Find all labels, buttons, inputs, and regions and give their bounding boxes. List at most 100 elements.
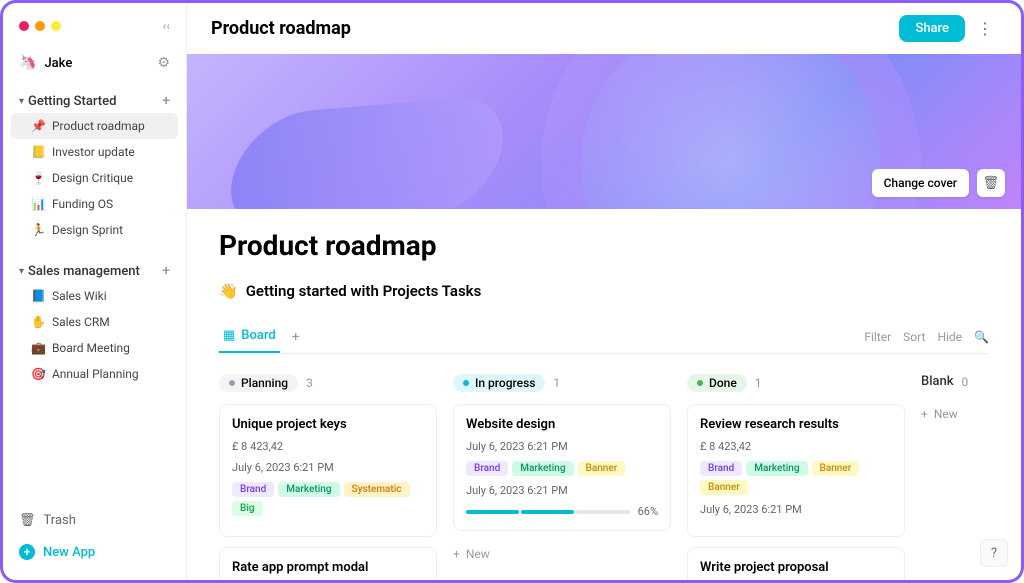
add-card-button[interactable]: + New xyxy=(921,401,989,427)
card-review-research[interactable]: Review research results £ 8 423,42 Brand… xyxy=(687,404,905,537)
filter-button[interactable]: Filter xyxy=(864,330,891,344)
board-icon: ▦ xyxy=(223,328,235,343)
column-in-progress: In progress 1 Website design July 6, 202… xyxy=(453,370,671,580)
nav-item-annual-planning[interactable]: 🎯 Annual Planning xyxy=(11,361,178,387)
plus-circle-icon: + xyxy=(19,544,35,560)
trash-label: Trash xyxy=(44,513,76,528)
add-page-icon[interactable]: + xyxy=(162,263,170,279)
tag[interactable]: Marketing xyxy=(746,461,807,476)
main-content: Product roadmap Share ⋮ Change cover 🗑 P… xyxy=(187,3,1021,580)
status-pill-planning[interactable]: Planning xyxy=(219,374,298,392)
help-button[interactable]: ? xyxy=(980,539,1008,567)
plus-icon: + xyxy=(921,407,928,421)
nav-item-label: Annual Planning xyxy=(52,367,139,381)
column-count: 0 xyxy=(962,375,969,389)
tag[interactable]: Brand xyxy=(232,482,274,497)
nav-item-label: Board Meeting xyxy=(52,341,130,355)
card-rate-app-prompt[interactable]: Rate app prompt modal July 6, 2023 6:21 … xyxy=(219,547,437,580)
card-tags: Brand Marketing Systematic Big xyxy=(232,482,424,516)
progress-bar: 66% xyxy=(466,505,658,518)
user-name: Jake xyxy=(44,56,149,71)
cover-image: Change cover 🗑 xyxy=(187,54,1021,209)
card-write-proposal[interactable]: Write project proposal £ 8 423,42 xyxy=(687,547,905,580)
more-icon[interactable]: ⋮ xyxy=(973,15,997,42)
book-icon: 📘 xyxy=(31,289,46,303)
add-card-button[interactable]: + New xyxy=(453,541,671,567)
nav-section-sales: ▾ Sales management + 📘 Sales Wiki ✋ Sale… xyxy=(11,259,178,387)
gear-icon[interactable]: ⚙ xyxy=(157,55,170,71)
new-app-button[interactable]: + New App xyxy=(11,536,178,568)
column-count: 3 xyxy=(306,376,313,390)
nav-section-header[interactable]: ▾ Getting Started + xyxy=(11,89,178,113)
add-page-icon[interactable]: + xyxy=(162,93,170,109)
column-count: 1 xyxy=(755,376,762,390)
status-pill-progress[interactable]: In progress xyxy=(453,374,545,392)
nav-item-label: Design Sprint xyxy=(52,223,123,237)
tag[interactable]: Banner xyxy=(578,461,626,476)
collapse-sidebar-icon[interactable]: ‹‹ xyxy=(163,19,170,33)
delete-cover-button[interactable]: 🗑 xyxy=(977,169,1005,197)
topbar: Product roadmap Share ⋮ xyxy=(187,3,1021,54)
notebook-icon: 📒 xyxy=(31,145,46,159)
column-done: Done 1 Review research results £ 8 423,4… xyxy=(687,370,905,580)
nav-item-sales-crm[interactable]: ✋ Sales CRM xyxy=(11,309,178,335)
tag[interactable]: Big xyxy=(232,501,263,516)
user-avatar-icon: 🦄 xyxy=(19,55,36,71)
user-profile[interactable]: 🦄 Jake ⚙ xyxy=(11,49,178,77)
sort-button[interactable]: Sort xyxy=(903,330,925,344)
nav-item-label: Sales CRM xyxy=(52,315,110,329)
nav-item-design-sprint[interactable]: 🏃 Design Sprint xyxy=(11,217,178,243)
column-blank: Blank 0 + New xyxy=(921,370,989,580)
tag[interactable]: Banner xyxy=(812,461,860,476)
trash-icon: 🗑 xyxy=(19,513,36,528)
nav-item-label: Investor update xyxy=(52,145,135,159)
nav-item-investor-update[interactable]: 📒 Investor update xyxy=(11,139,178,165)
tab-board[interactable]: ▦ Board xyxy=(219,320,280,353)
trash-link[interactable]: 🗑 Trash xyxy=(11,505,178,536)
tag[interactable]: Banner xyxy=(700,480,748,495)
nav-item-board-meeting[interactable]: 💼 Board Meeting xyxy=(11,335,178,361)
minimize-dot[interactable] xyxy=(35,21,45,31)
window-controls: ‹‹ xyxy=(11,15,178,49)
plus-icon: + xyxy=(453,547,460,561)
nav-item-funding-os[interactable]: 📊 Funding OS xyxy=(11,191,178,217)
caret-icon: ▾ xyxy=(19,96,24,107)
change-cover-button[interactable]: Change cover xyxy=(872,169,969,197)
card-website-design[interactable]: Website design July 6, 2023 6:21 PM Bran… xyxy=(453,404,671,531)
nav-section-header[interactable]: ▾ Sales management + xyxy=(11,259,178,283)
page-title: Product roadmap xyxy=(219,229,989,262)
briefcase-icon: 💼 xyxy=(31,341,46,355)
nav-item-label: Design Critique xyxy=(52,171,133,185)
close-dot[interactable] xyxy=(19,21,29,31)
nav-item-label: Funding OS xyxy=(52,197,113,211)
tag[interactable]: Brand xyxy=(700,461,742,476)
share-button[interactable]: Share xyxy=(899,15,965,42)
zoom-dot[interactable] xyxy=(51,21,61,31)
pin-icon: 📌 xyxy=(31,119,46,133)
nav-item-sales-wiki[interactable]: 📘 Sales Wiki xyxy=(11,283,178,309)
tag[interactable]: Marketing xyxy=(512,461,573,476)
nav-item-design-critique[interactable]: 🍷 Design Critique xyxy=(11,165,178,191)
card-unique-project-keys[interactable]: Unique project keys £ 8 423,42 July 6, 2… xyxy=(219,404,437,537)
wine-icon: 🍷 xyxy=(31,171,46,185)
tag[interactable]: Systematic xyxy=(344,482,410,497)
search-icon[interactable]: 🔍 xyxy=(974,330,989,344)
hand-icon: ✋ xyxy=(31,315,46,329)
view-tabs: ▦ Board + Filter Sort Hide 🔍 xyxy=(219,320,989,354)
hide-button[interactable]: Hide xyxy=(937,330,962,344)
column-planning: Planning 3 Unique project keys £ 8 423,4… xyxy=(219,370,437,580)
new-app-label: New App xyxy=(43,545,95,560)
nav-item-label: Sales Wiki xyxy=(52,289,107,303)
tag[interactable]: Marketing xyxy=(278,482,339,497)
topbar-title: Product roadmap xyxy=(211,18,899,39)
wave-icon: 👋 xyxy=(219,282,238,300)
status-pill-done[interactable]: Done xyxy=(687,374,747,392)
add-view-button[interactable]: + xyxy=(292,329,300,345)
kanban-board: Planning 3 Unique project keys £ 8 423,4… xyxy=(219,370,989,580)
nav-item-product-roadmap[interactable]: 📌 Product roadmap xyxy=(11,113,178,139)
blank-label: Blank xyxy=(921,374,954,389)
tag[interactable]: Brand xyxy=(466,461,508,476)
card-tags: Brand Marketing Banner Banner xyxy=(700,461,892,495)
target-icon: 🎯 xyxy=(31,367,46,381)
nav-section-title: Getting Started xyxy=(28,94,116,109)
